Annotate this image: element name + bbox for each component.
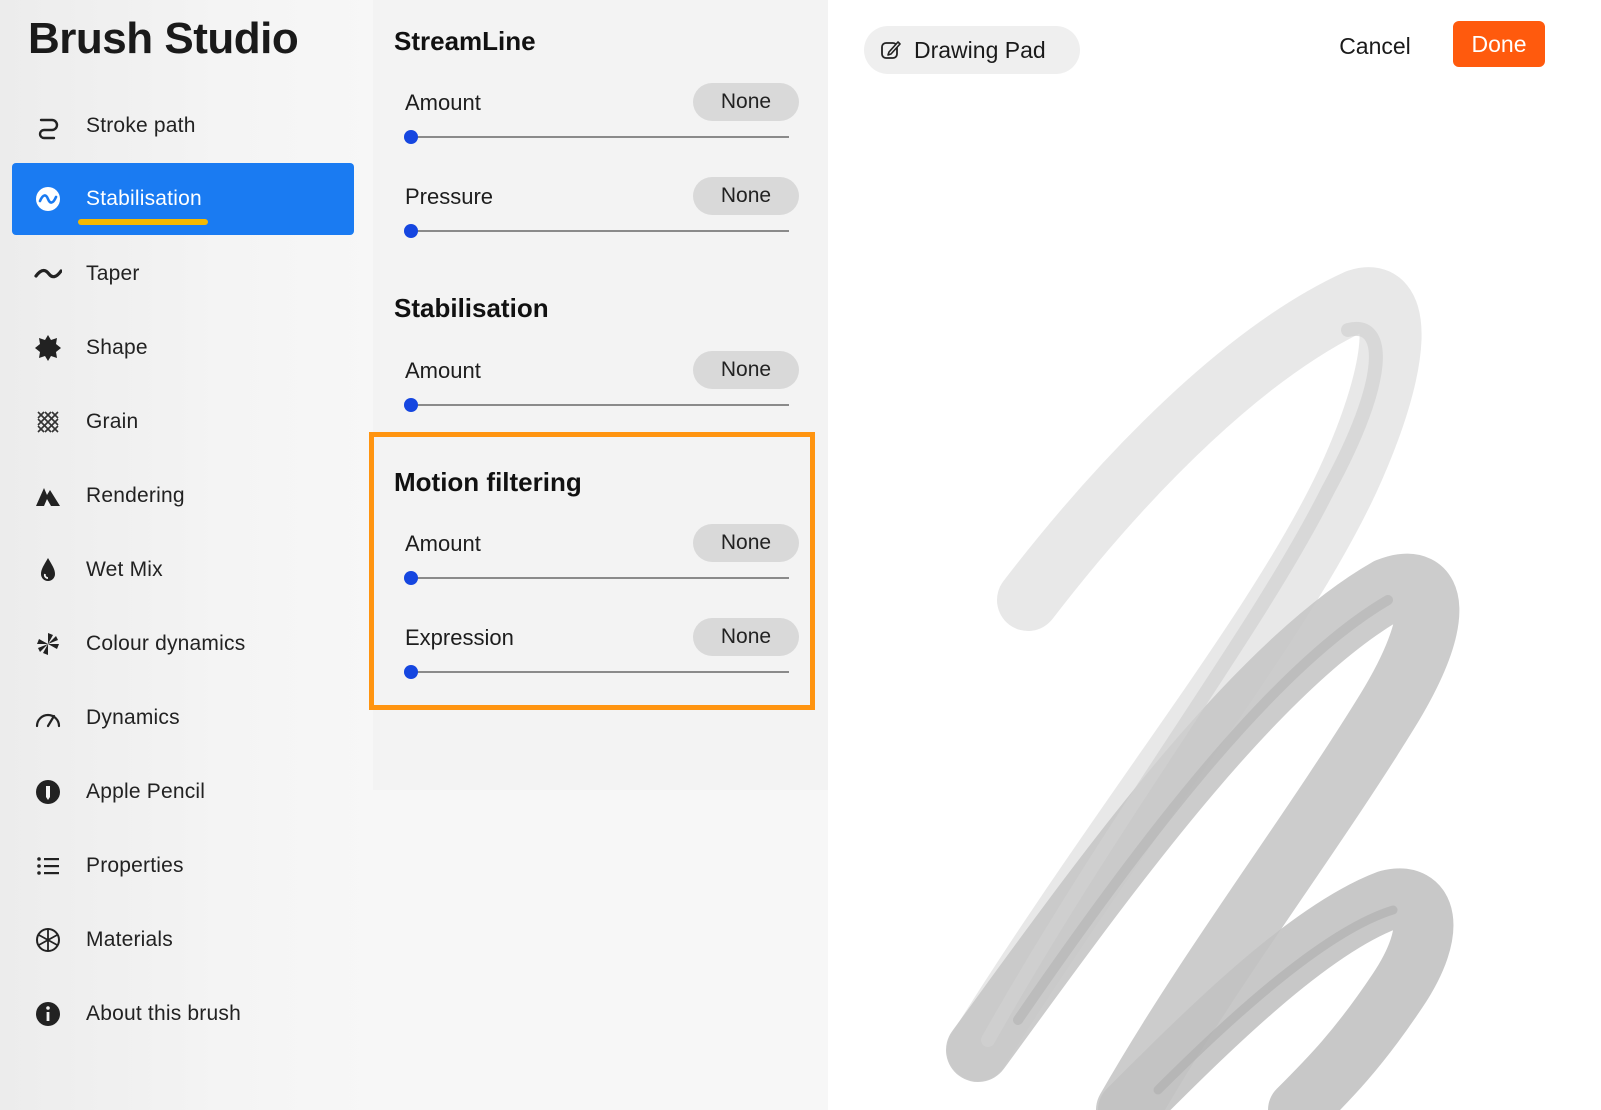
- settings-panel-body: StreamLine Amount None Pressure None Sta…: [373, 0, 829, 790]
- sidebar-item-label: Wet Mix: [86, 558, 163, 581]
- sidebar-item-apple-pencil[interactable]: Apple Pencil: [12, 756, 354, 828]
- edit-icon: [880, 39, 902, 61]
- sidebar-item-label: Apple Pencil: [86, 780, 206, 803]
- dynamics-icon: [34, 704, 62, 732]
- slider-knob[interactable]: [404, 665, 418, 679]
- motion-filtering-expression-value-button[interactable]: None: [693, 618, 799, 656]
- sidebar-item-wet-mix[interactable]: Wet Mix: [12, 534, 354, 606]
- active-underline: [78, 219, 208, 225]
- sidebar-item-label: Rendering: [86, 484, 185, 507]
- motion-filtering-amount-label: Amount: [405, 531, 481, 556]
- grain-icon: [34, 408, 62, 436]
- sidebar-item-label-text: Stabilisation: [86, 187, 202, 210]
- colour-dynamics-icon: [34, 630, 62, 658]
- motion-filtering-expression-slider[interactable]: [404, 665, 789, 679]
- slider-knob[interactable]: [404, 398, 418, 412]
- sidebar-item-label: Materials: [86, 928, 173, 951]
- info-icon: [34, 1000, 62, 1028]
- drawing-pad-button[interactable]: Drawing Pad: [864, 26, 1080, 74]
- section-title-streamline: StreamLine: [394, 26, 536, 56]
- sidebar-item-label: Shape: [86, 336, 148, 359]
- app-title: Brush Studio: [28, 14, 299, 63]
- sidebar-item-label: Colour dynamics: [86, 632, 246, 655]
- done-button[interactable]: Done: [1453, 21, 1545, 67]
- streamline-pressure-value-button[interactable]: None: [693, 177, 799, 215]
- sidebar-item-label: About this brush: [86, 1002, 241, 1025]
- sidebar-item-rendering[interactable]: Rendering: [12, 460, 354, 532]
- properties-icon: [34, 852, 62, 880]
- sidebar-item-label: Stroke path: [86, 114, 196, 137]
- streamline-pressure-slider[interactable]: [404, 224, 789, 238]
- slider-knob[interactable]: [404, 224, 418, 238]
- streamline-amount-label: Amount: [405, 90, 481, 115]
- motion-filtering-amount-slider[interactable]: [404, 571, 789, 585]
- motion-filtering-amount-value-button[interactable]: None: [693, 524, 799, 562]
- sidebar-item-dynamics[interactable]: Dynamics: [12, 682, 354, 754]
- stabilisation-icon: [34, 185, 62, 213]
- rendering-icon: [34, 482, 62, 510]
- streamline-pressure-label: Pressure: [405, 184, 494, 209]
- stabilisation-amount-value-button[interactable]: None: [693, 351, 799, 389]
- slider-knob[interactable]: [404, 571, 418, 585]
- sidebar-item-properties[interactable]: Properties: [12, 830, 354, 902]
- brush-stroke-preview: [946, 267, 1460, 1110]
- sidebar-item-grain[interactable]: Grain: [12, 386, 354, 458]
- sidebar-item-about-this-brush[interactable]: About this brush: [12, 978, 354, 1050]
- streamline-amount-slider[interactable]: [404, 130, 789, 144]
- section-title-stabilisation: Stabilisation: [394, 293, 549, 323]
- sidebar-item-colour-dynamics[interactable]: Colour dynamics: [12, 608, 354, 680]
- sidebar-item-materials[interactable]: Materials: [12, 904, 354, 976]
- section-title-motion-filtering: Motion filtering: [394, 467, 582, 497]
- cancel-button[interactable]: Cancel: [1320, 26, 1430, 66]
- stabilisation-amount-slider[interactable]: [404, 398, 789, 412]
- sidebar-item-label: Stabilisation: [78, 187, 208, 225]
- taper-icon: [34, 260, 62, 288]
- streamline-amount-value-button[interactable]: None: [693, 83, 799, 121]
- sidebar-item-label: Dynamics: [86, 706, 180, 729]
- settings-panel: StreamLine Amount None Pressure None Sta…: [373, 0, 829, 1110]
- motion-filtering-expression-label: Expression: [405, 625, 514, 650]
- sidebar-item-label: Taper: [86, 262, 140, 285]
- stabilisation-amount-label: Amount: [405, 358, 481, 383]
- sidebar-item-label: Grain: [86, 410, 139, 433]
- materials-icon: [34, 926, 62, 954]
- drawing-pad-label: Drawing Pad: [914, 36, 1046, 63]
- slider-knob[interactable]: [404, 130, 418, 144]
- sidebar-item-shape[interactable]: Shape: [12, 312, 354, 384]
- stroke-path-icon: [34, 112, 62, 140]
- sidebar-item-stroke-path[interactable]: Stroke path: [12, 90, 354, 162]
- wet-mix-icon: [34, 556, 62, 584]
- sidebar-item-taper[interactable]: Taper: [12, 238, 354, 310]
- sidebar-item-stabilisation[interactable]: Stabilisation: [12, 163, 354, 235]
- shape-icon: [34, 334, 62, 362]
- sidebar: Brush Studio Stroke path Stabilisation T…: [0, 0, 373, 1110]
- apple-pencil-icon: [34, 778, 62, 806]
- sidebar-item-label: Properties: [86, 854, 184, 877]
